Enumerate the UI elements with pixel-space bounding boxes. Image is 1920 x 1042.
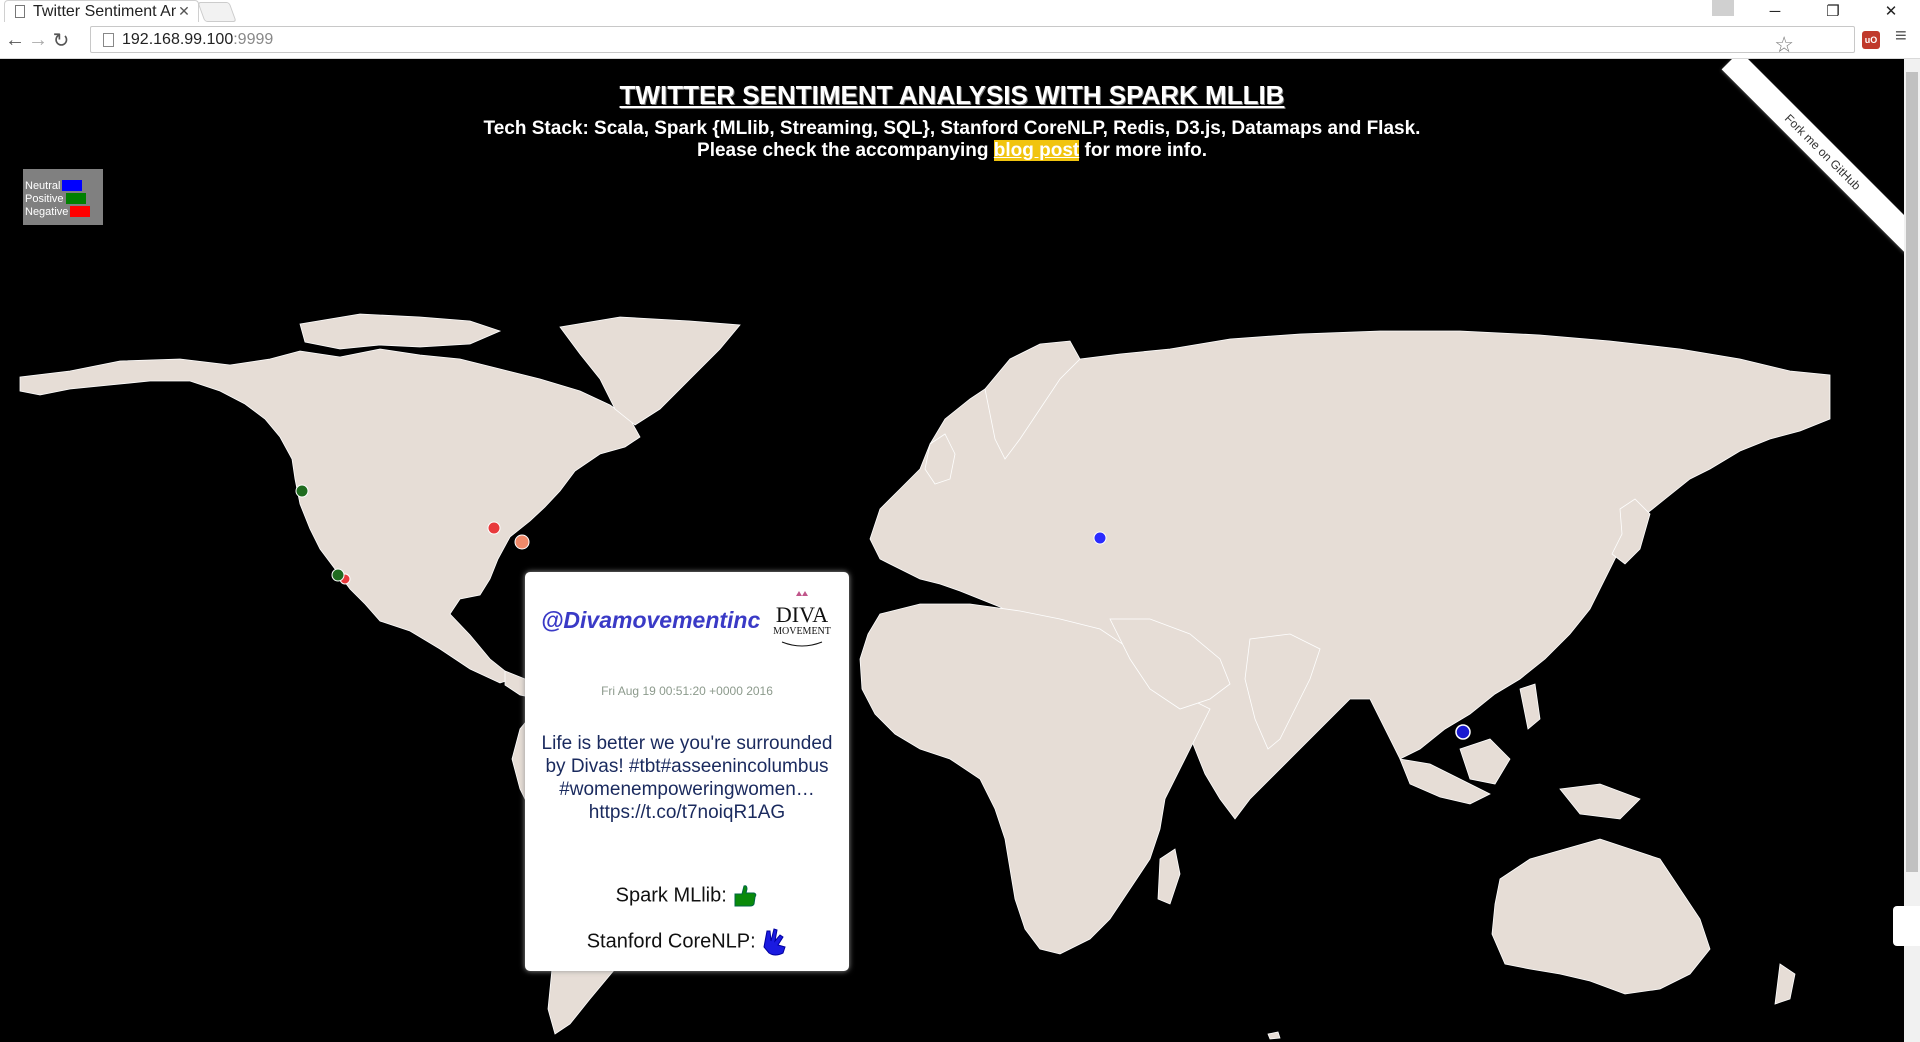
tweet-date: Fri Aug 19 00:51:20 +0000 2016 <box>601 684 773 698</box>
browser-tab-strip: Twitter Sentiment An ✕ ─ ❐ ✕ <box>0 0 1920 23</box>
philippines <box>1519 683 1541 730</box>
url-port: :9999 <box>233 30 274 48</box>
sentiment-bubble-negative[interactable] <box>514 534 530 550</box>
legend-swatch <box>70 206 91 217</box>
minimize-icon[interactable]: ─ <box>1746 0 1804 22</box>
close-window-icon[interactable]: ✕ <box>1862 0 1920 22</box>
url-host: 192.168.99.100 <box>122 30 234 48</box>
world-map <box>19 313 1831 1040</box>
corenlp-result: Stanford CoreNLP: <box>525 927 849 957</box>
legend-swatch <box>65 193 86 204</box>
browser-tab[interactable]: Twitter Sentiment An ✕ <box>4 0 199 22</box>
tech-stack-text: Tech Stack: Scala, Spark {MLlib, Streami… <box>483 118 1421 139</box>
legend-item-positive: Positive <box>25 192 103 205</box>
sentiment-bubble-positive[interactable] <box>331 568 345 582</box>
svg-text:DIVA: DIVA <box>776 602 828 627</box>
tweet-text: Life is better we you're surrounded by D… <box>541 733 833 823</box>
restore-icon[interactable]: ❐ <box>1804 0 1862 22</box>
page-title: TWITTER SENTIMENT ANALYSIS WITH SPARK ML… <box>619 80 1285 110</box>
address-bar[interactable]: 192.168.99.100:9999 ☆ <box>90 26 1855 57</box>
arctic-islands <box>299 313 502 350</box>
sentiment-legend: Neutral Positive Negative <box>23 169 103 225</box>
scrollbar-thumb[interactable] <box>1906 72 1918 872</box>
tweet-tooltip: @Divamovementinc DIVA MOVEMENT Fri Aug 1… <box>525 572 849 971</box>
browser-menu-icon[interactable]: ≡ <box>1895 25 1907 48</box>
legend-label: Negative <box>25 205 69 218</box>
forward-icon[interactable]: → <box>26 28 50 52</box>
new-tab-button[interactable] <box>197 2 237 22</box>
legend-label: Neutral <box>25 179 61 192</box>
teamviewer-widget-icon[interactable] <box>1893 906 1920 946</box>
ublock-extension-icon[interactable]: uO <box>1862 31 1880 49</box>
new-zealand <box>1774 963 1796 1005</box>
legend-item-neutral: Neutral <box>25 179 103 192</box>
south-georgia <box>1267 1031 1281 1040</box>
close-tab-icon[interactable]: ✕ <box>176 3 192 20</box>
ok-hand-icon <box>763 928 786 956</box>
tab-title: Twitter Sentiment An <box>33 2 176 20</box>
legend-swatch <box>62 180 83 191</box>
info-suffix: for more info. <box>1079 140 1207 161</box>
legend-item-negative: Negative <box>25 205 103 218</box>
svg-text:MOVEMENT: MOVEMENT <box>773 626 831 637</box>
info-line: Please check the accompanying blog post … <box>0 140 1904 162</box>
blog-post-link[interactable]: blog post <box>993 140 1080 161</box>
sentiment-bubble-negative[interactable] <box>487 521 501 535</box>
page-content: TWITTER SENTIMENT ANALYSIS WITH SPARK ML… <box>0 59 1904 1042</box>
page-icon <box>15 5 25 18</box>
reload-icon[interactable]: ↻ <box>49 28 73 52</box>
spark-label: Spark MLlib: <box>615 884 727 907</box>
info-prefix: Please check the accompanying <box>697 140 994 161</box>
legend-label: Positive <box>25 192 64 205</box>
page-info-icon[interactable] <box>103 32 114 47</box>
australia-landmass <box>1491 838 1711 995</box>
back-icon[interactable]: ← <box>3 28 27 52</box>
nlp-label: Stanford CoreNLP: <box>586 930 756 953</box>
thumbs-up-hand-icon <box>734 885 757 907</box>
sentiment-bubble-neutral[interactable] <box>1455 724 1471 740</box>
spark-mllib-result: Spark MLlib: <box>525 884 849 908</box>
profile-icon[interactable] <box>1712 0 1734 16</box>
sentiment-bubble-neutral[interactable] <box>1093 531 1107 545</box>
borneo <box>1459 738 1511 785</box>
madagascar <box>1157 848 1181 905</box>
tweet-handle[interactable]: @Divamovementinc <box>541 607 760 634</box>
browser-toolbar: ← → ↻ 192.168.99.100:9999 ☆ uO ≡ <box>0 22 1920 59</box>
user-avatar: DIVA MOVEMENT <box>773 591 831 647</box>
new-guinea <box>1559 783 1641 820</box>
sentiment-bubble-positive[interactable] <box>295 484 309 498</box>
bookmark-star-icon[interactable]: ☆ <box>1774 32 1794 58</box>
